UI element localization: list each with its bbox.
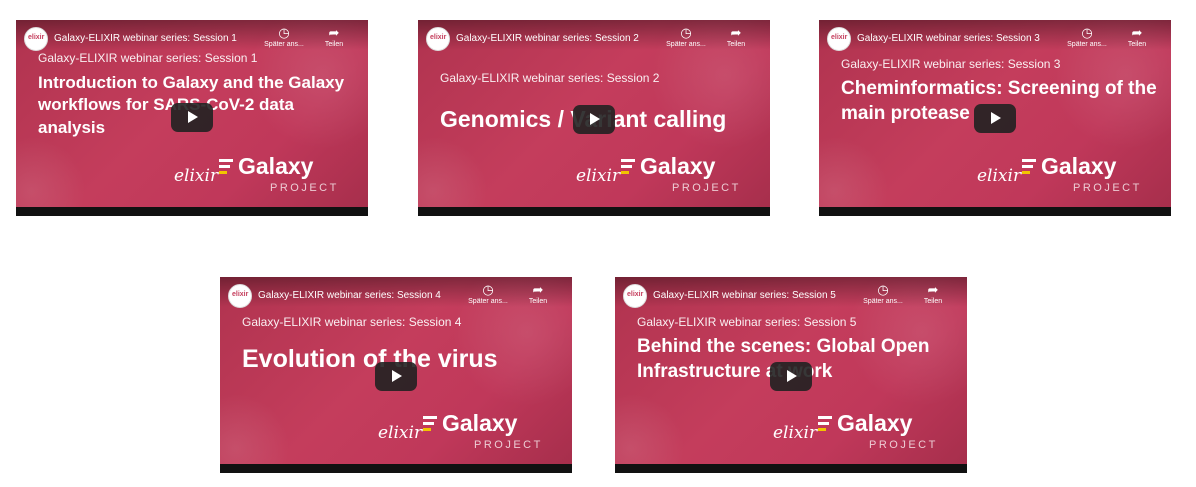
elixir-logo: elixir: [773, 423, 818, 443]
clock-icon: ◷: [1081, 25, 1093, 40]
share-button[interactable]: ➦ Teilen: [708, 25, 764, 49]
share-arrow-icon: ➦: [1131, 25, 1143, 40]
play-button[interactable]: [375, 362, 417, 391]
series-subtitle: Galaxy-ELIXIR webinar series: Session 1: [38, 51, 258, 65]
elixir-logo: elixir: [977, 166, 1022, 186]
virus-decoration: [819, 136, 889, 216]
video-card-session-1[interactable]: elixir Galaxy-ELIXIR webinar series: Ses…: [16, 20, 368, 216]
watch-later-button[interactable]: ◷ Später ans...: [855, 282, 911, 306]
watch-later-button[interactable]: ◷ Später ans...: [460, 282, 516, 306]
video-bottom-bar: [16, 207, 368, 216]
share-arrow-icon: ➦: [532, 282, 544, 297]
virus-decoration: [418, 136, 488, 216]
watch-later-button[interactable]: ◷ Später ans...: [256, 25, 312, 49]
galaxy-logo: Galaxy: [219, 153, 313, 180]
virus-decoration: [615, 393, 685, 473]
video-card-session-2[interactable]: elixir Galaxy-ELIXIR webinar series: Ses…: [418, 20, 770, 216]
elixir-logo: elixir: [174, 166, 219, 186]
channel-avatar[interactable]: elixir: [426, 27, 450, 51]
video-bottom-bar: [615, 464, 967, 473]
channel-avatar[interactable]: elixir: [623, 284, 647, 308]
share-button[interactable]: ➦ Teilen: [510, 282, 566, 306]
virus-decoration: [16, 136, 86, 216]
galaxy-bars-icon: [818, 416, 832, 434]
video-bottom-bar: [819, 207, 1171, 216]
elixir-logo: elixir: [576, 166, 621, 186]
project-label: PROJECT: [1073, 182, 1142, 194]
play-button[interactable]: [974, 104, 1016, 133]
share-arrow-icon: ➦: [927, 282, 939, 297]
channel-avatar[interactable]: elixir: [24, 27, 48, 51]
video-bottom-bar: [418, 207, 770, 216]
elixir-logo: elixir: [378, 423, 423, 443]
video-title[interactable]: Galaxy-ELIXIR webinar series: Session 3: [857, 33, 1040, 44]
video-card-session-4[interactable]: elixir Galaxy-ELIXIR webinar series: Ses…: [220, 277, 572, 473]
clock-icon: ◷: [680, 25, 692, 40]
clock-icon: ◷: [482, 282, 494, 297]
video-card-session-3[interactable]: elixir Galaxy-ELIXIR webinar series: Ses…: [819, 20, 1171, 216]
virus-decoration: [220, 393, 290, 473]
galaxy-bars-icon: [621, 159, 635, 177]
galaxy-logo: Galaxy: [621, 153, 715, 180]
video-bottom-bar: [220, 464, 572, 473]
channel-avatar[interactable]: elixir: [827, 27, 851, 51]
video-title[interactable]: Galaxy-ELIXIR webinar series: Session 5: [653, 290, 836, 301]
play-button[interactable]: [770, 362, 812, 391]
galaxy-bars-icon: [1022, 159, 1036, 177]
galaxy-bars-icon: [219, 159, 233, 177]
series-subtitle: Galaxy-ELIXIR webinar series: Session 2: [440, 71, 660, 85]
project-label: PROJECT: [270, 182, 339, 194]
galaxy-bars-icon: [423, 416, 437, 434]
video-title[interactable]: Galaxy-ELIXIR webinar series: Session 4: [258, 290, 441, 301]
project-label: PROJECT: [672, 182, 741, 194]
channel-avatar[interactable]: elixir: [228, 284, 252, 308]
galaxy-logo: Galaxy: [1022, 153, 1116, 180]
clock-icon: ◷: [278, 25, 290, 40]
play-button[interactable]: [171, 103, 213, 132]
galaxy-logo: Galaxy: [818, 410, 912, 437]
video-card-session-5[interactable]: elixir Galaxy-ELIXIR webinar series: Ses…: [615, 277, 967, 473]
share-button[interactable]: ➦ Teilen: [905, 282, 961, 306]
video-title[interactable]: Galaxy-ELIXIR webinar series: Session 2: [456, 33, 639, 44]
watch-later-button[interactable]: ◷ Später ans...: [1059, 25, 1115, 49]
share-arrow-icon: ➦: [328, 25, 340, 40]
project-label: PROJECT: [869, 439, 938, 451]
watch-later-button[interactable]: ◷ Später ans...: [658, 25, 714, 49]
share-button[interactable]: ➦ Teilen: [306, 25, 362, 49]
share-button[interactable]: ➦ Teilen: [1109, 25, 1165, 49]
share-arrow-icon: ➦: [730, 25, 742, 40]
series-subtitle: Galaxy-ELIXIR webinar series: Session 5: [637, 315, 857, 329]
video-title[interactable]: Galaxy-ELIXIR webinar series: Session 1: [54, 33, 237, 44]
project-label: PROJECT: [474, 439, 543, 451]
clock-icon: ◷: [877, 282, 889, 297]
galaxy-logo: Galaxy: [423, 410, 517, 437]
series-subtitle: Galaxy-ELIXIR webinar series: Session 3: [841, 57, 1061, 71]
series-subtitle: Galaxy-ELIXIR webinar series: Session 4: [242, 315, 462, 329]
play-button[interactable]: [573, 105, 615, 134]
